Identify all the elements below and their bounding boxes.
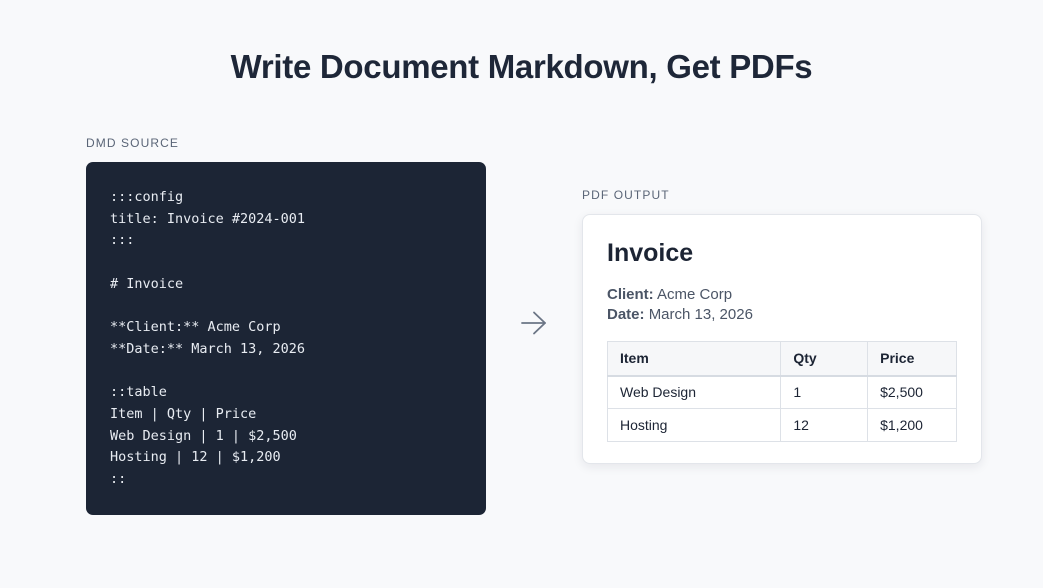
date-key: Date: [607,306,645,323]
table-cell: Web Design [606,375,782,409]
page-headline: Write Document Markdown, Get PDFs [230,48,813,85]
pdf-output-card: Invoice Client: Acme Corp Date: March 13… [582,214,982,464]
source-label: DMD SOURCE [86,136,180,150]
code-line: **Client:** Acme Corp [110,319,281,336]
column-header-qty: Qty [780,341,869,377]
table-cell: Hosting [606,408,782,442]
code-line: :::config [110,189,184,205]
date-value: March 13, 2026 [648,306,753,323]
dmd-source-panel: :::config title: Invoice #2024-001 ::: #… [86,162,486,515]
code-line: Web Design | 1 | $2,500 [110,427,297,444]
table-row: Web Design 1 $2,500 [606,375,957,409]
table-cell: 12 [780,408,869,442]
column-header-price: Price [867,341,957,377]
table-cell: 1 [780,375,869,409]
code-line: :: [110,470,127,487]
client-value: Acme Corp [657,286,733,303]
arrow-right-icon [521,311,546,335]
code-line: ::: [110,232,135,249]
page: Write Document Markdown, Get PDFs DMD SO… [0,0,1043,588]
table-cell: $1,200 [867,408,957,442]
code-line: **Date:** March 13, 2026 [110,340,306,357]
table-header-row: Item Qty Price [606,341,957,377]
table-row: Hosting 12 $1,200 [606,408,957,442]
invoice-table: Item Qty Price Web Design 1 $2,500 Hosti… [606,341,957,442]
pdf-title: Invoice [607,239,694,267]
code-line: Item | Qty | Price [110,405,257,422]
client-key: Client: [607,286,654,303]
table-cell: $2,500 [867,375,957,409]
client-line: Client: Acme Corp [607,285,957,305]
code-line: ::table [110,384,167,401]
code-line: # Invoice [110,275,184,292]
code-line: title: Invoice #2024-001 [110,210,306,227]
code-line: Hosting | 12 | $1,200 [110,449,281,466]
column-header-item: Item [606,341,782,377]
date-line: Date: March 13, 2026 [607,305,957,325]
output-label: PDF OUTPUT [582,188,670,202]
